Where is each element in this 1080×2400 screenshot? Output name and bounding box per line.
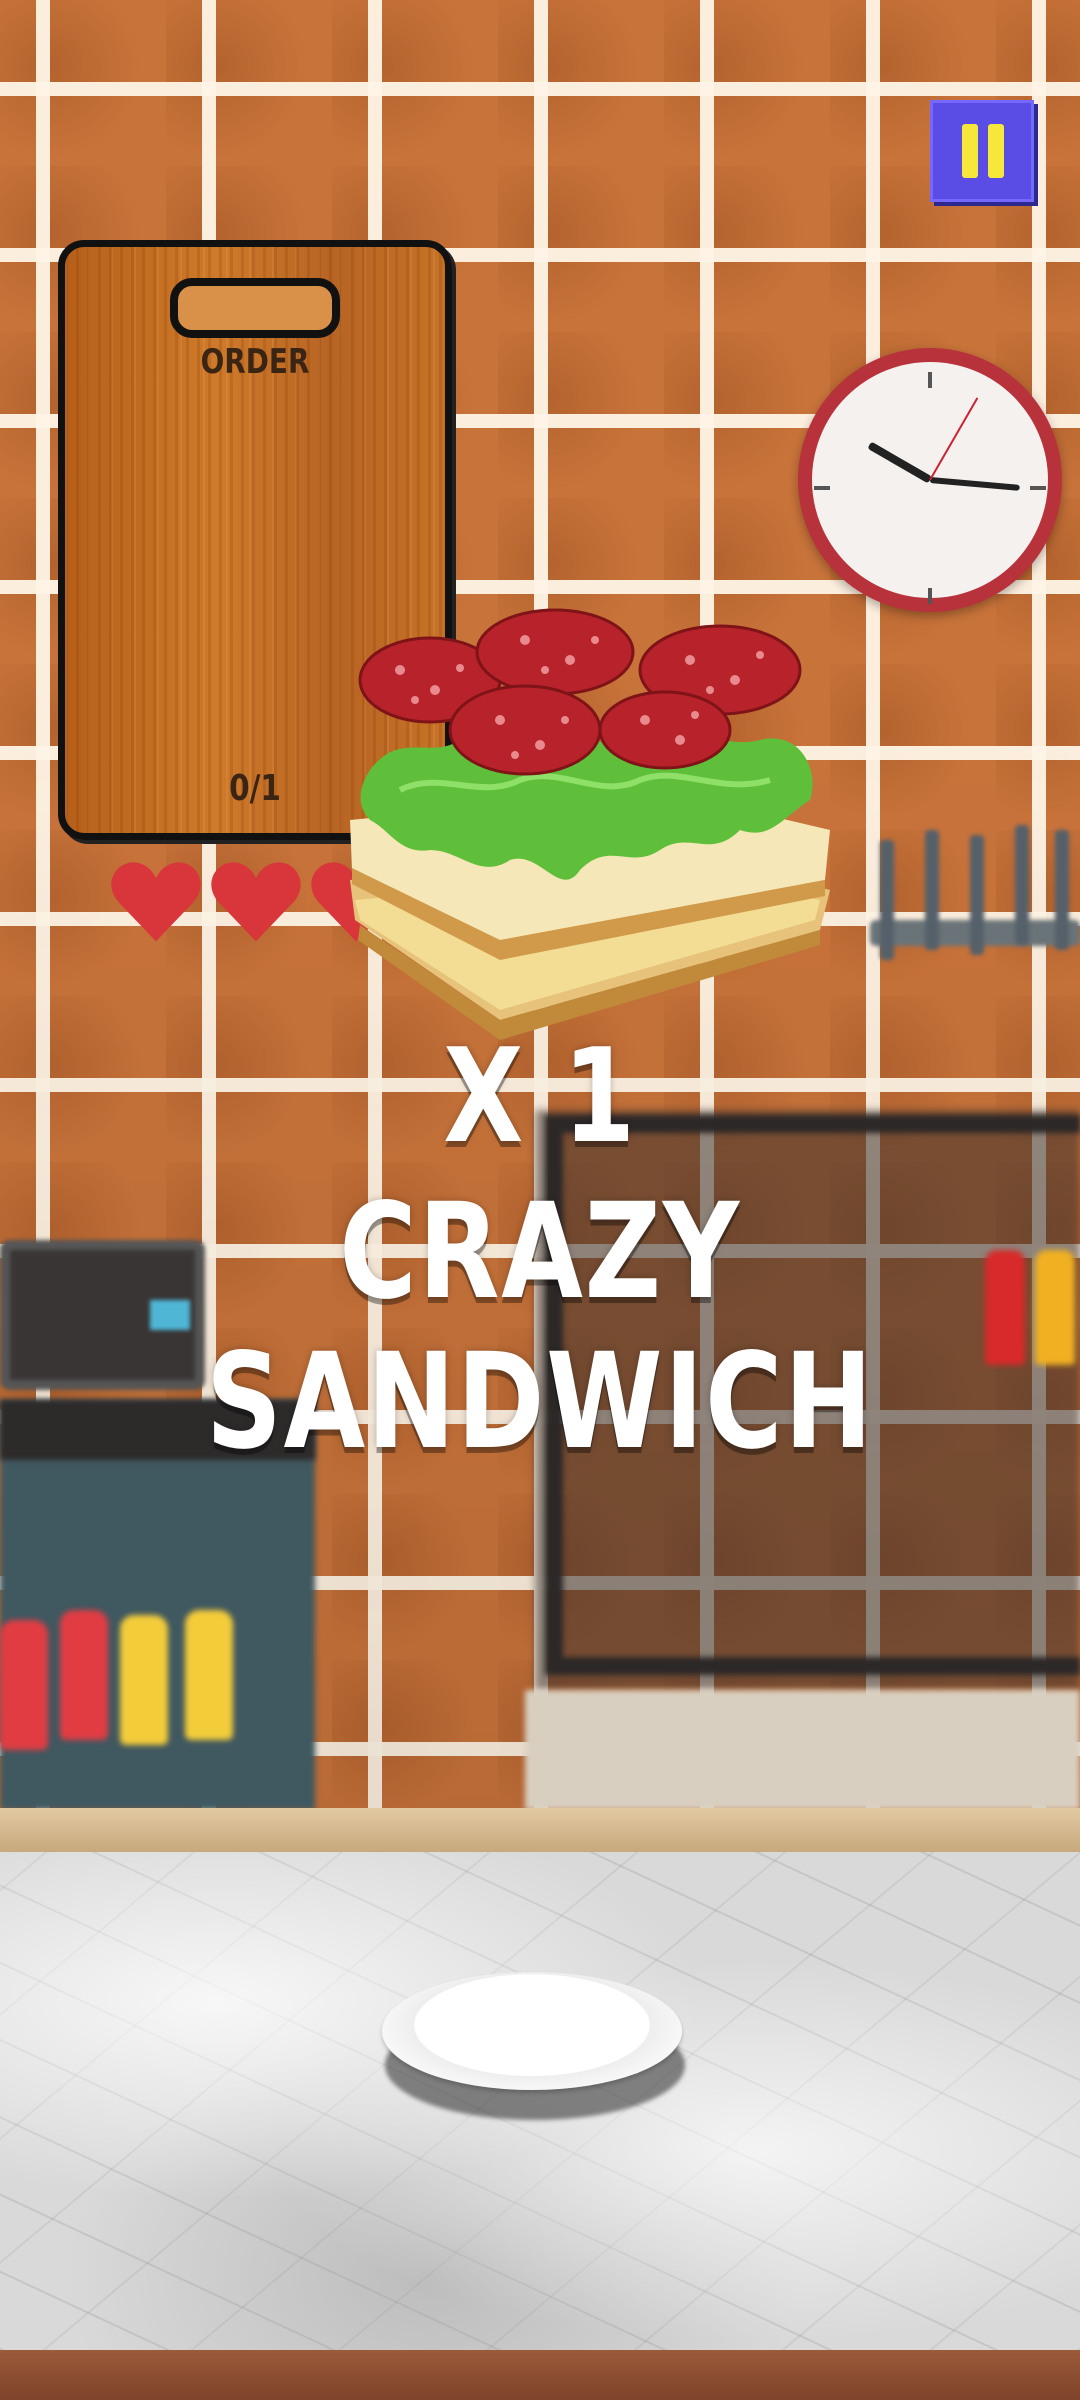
mustard-bottle <box>1035 1250 1075 1365</box>
order-quantity: X 1 <box>443 1020 637 1172</box>
pause-button[interactable] <box>930 100 1034 202</box>
heart-icon <box>111 862 201 942</box>
order-title: ORDER <box>200 342 310 382</box>
plate[interactable] <box>382 1972 682 2090</box>
order-board-handle <box>170 278 340 338</box>
order-progress: 0/1 <box>229 768 281 809</box>
ketchup-bottle <box>985 1250 1025 1365</box>
order-name-line1: CRAZY <box>339 1175 741 1329</box>
wall-clock <box>798 348 1062 612</box>
heart-icon <box>211 862 301 942</box>
crazy-sandwich <box>350 608 830 1040</box>
order-name-line2: SANDWICH <box>205 1325 875 1479</box>
counter-edge <box>0 1808 1080 1854</box>
